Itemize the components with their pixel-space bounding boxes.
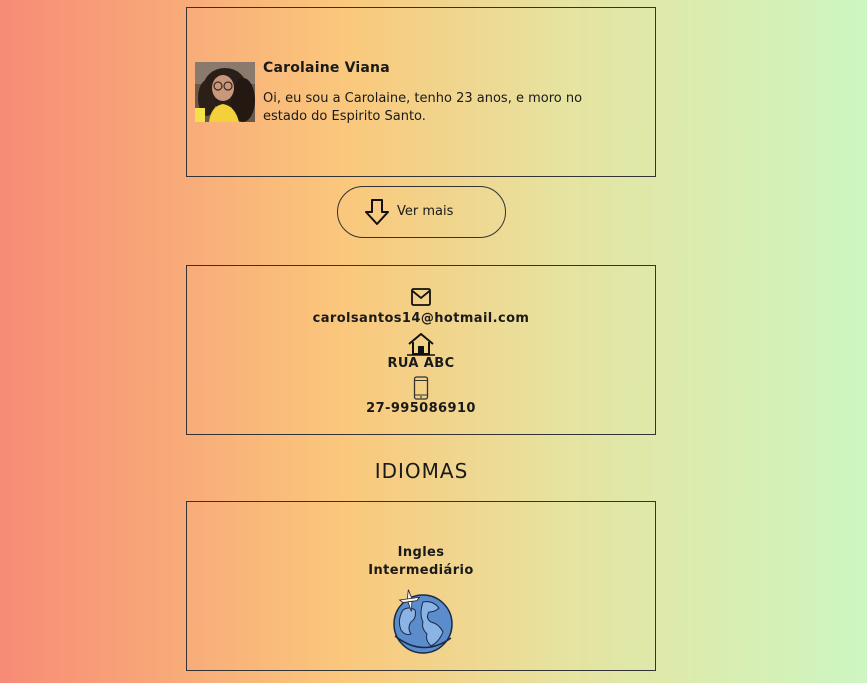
language-name: Ingles: [397, 545, 445, 560]
languages-title: IDIOMAS: [374, 459, 469, 483]
avatar: [195, 62, 255, 122]
phone-text[interactable]: 27-995086910: [187, 401, 655, 416]
profile-bio: Oi, eu sou a Carolaine, tenho 23 anos, e…: [263, 91, 583, 124]
house-icon: [407, 332, 435, 356]
languages-card: Ingles Intermediário: [186, 501, 656, 671]
ver-mais-button[interactable]: Ver mais: [337, 186, 506, 238]
phone-icon: [413, 376, 429, 400]
email-text[interactable]: carolsantos14@hotmail.com: [187, 311, 655, 326]
contact-card: carolsantos14@hotmail.com RUA ABC 27-995…: [186, 265, 656, 435]
globe-plane-icon: [393, 589, 453, 654]
profile-card: Carolaine Viana Oi, eu sou a Carolaine, …: [186, 7, 656, 177]
profile-name: Carolaine Viana: [263, 60, 390, 76]
arrow-down-icon: [365, 199, 389, 225]
language-level: Intermediário: [368, 563, 474, 578]
address-text: RUA ABC: [387, 356, 455, 371]
envelope-icon: [411, 288, 431, 306]
ver-mais-label: Ver mais: [397, 204, 454, 219]
